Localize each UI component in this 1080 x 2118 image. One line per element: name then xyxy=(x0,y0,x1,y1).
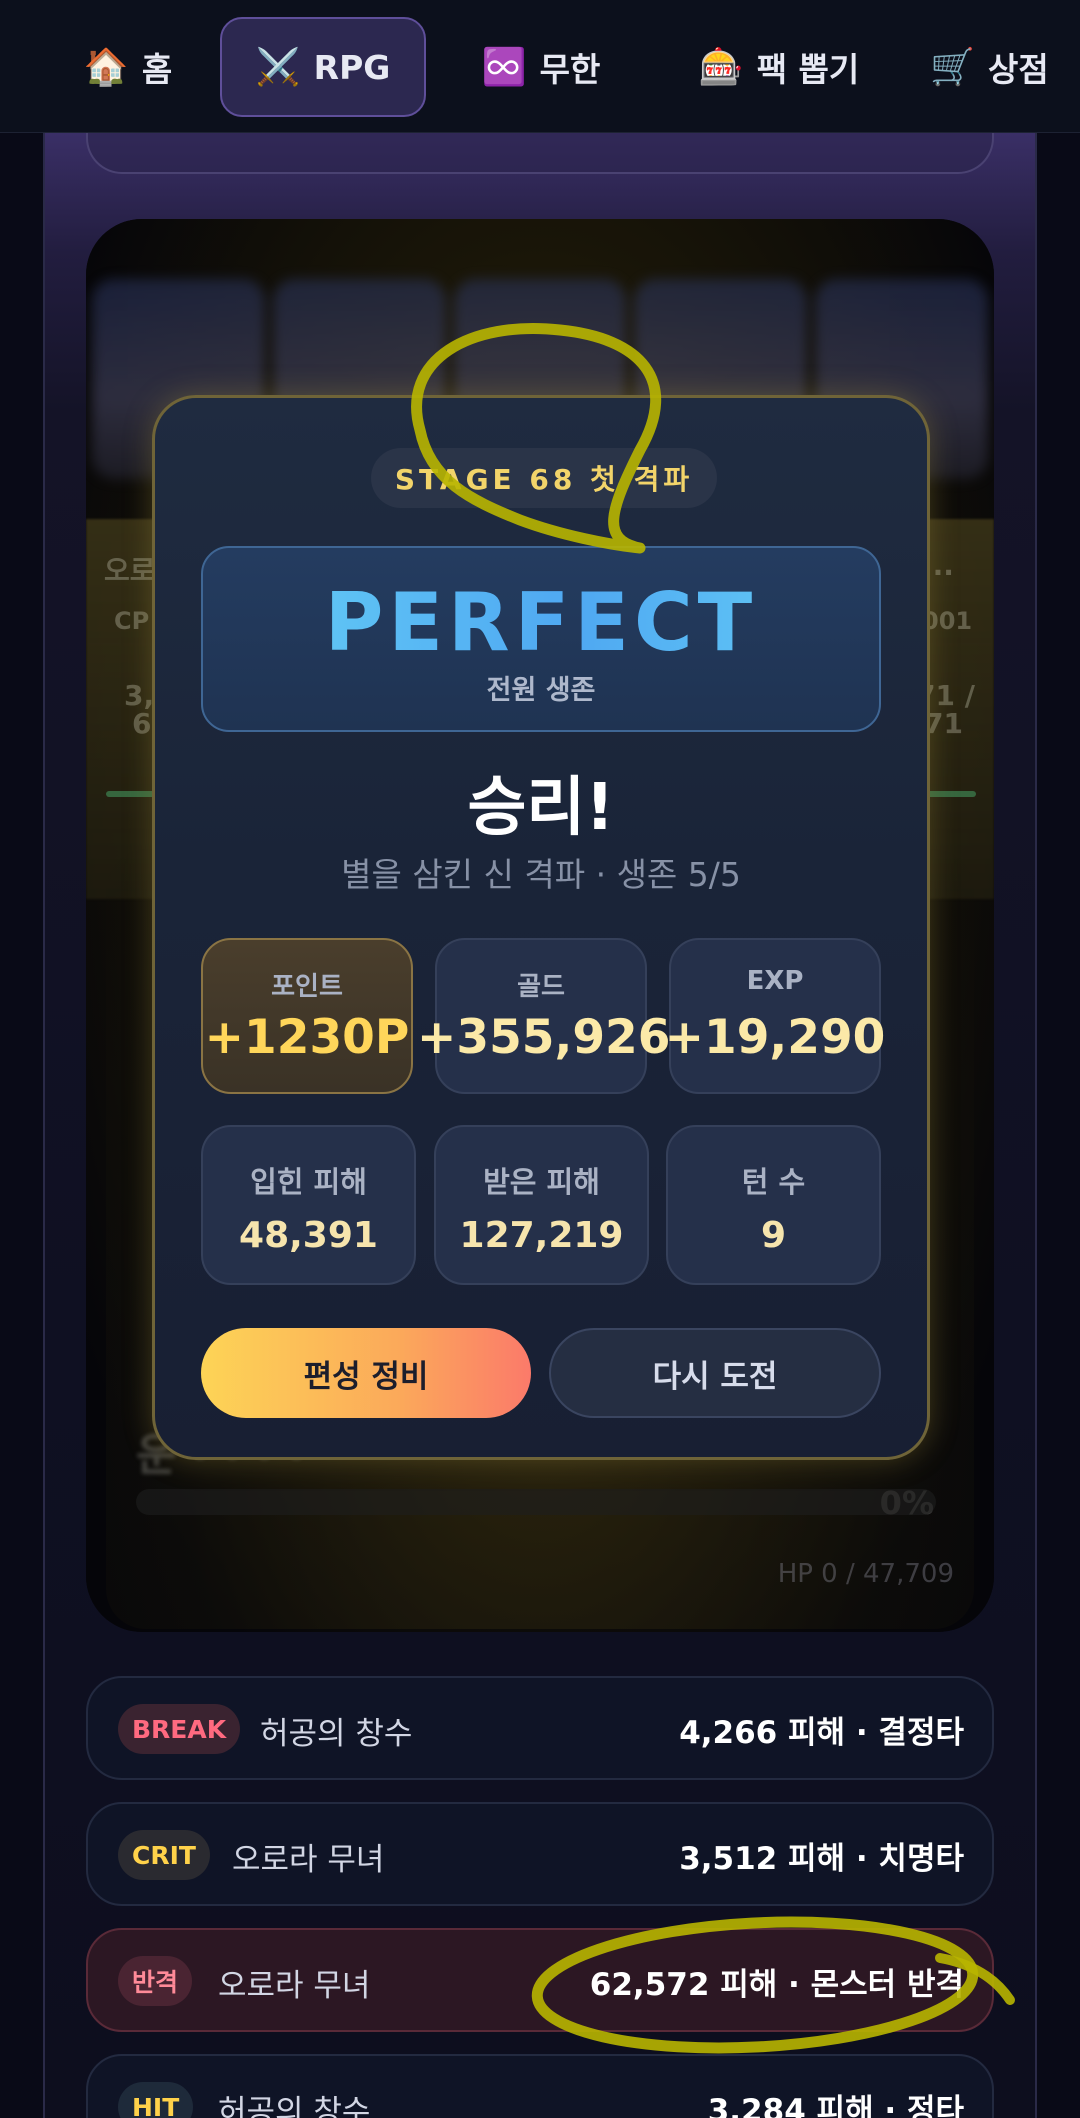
log-badge-break: BREAK xyxy=(118,1704,241,1754)
nav-tab-rpg[interactable]: ⚔️ RPG xyxy=(220,17,426,117)
log-value: 4,266 피해 · 결정타 xyxy=(679,1715,964,1751)
stat-damage-taken: 받은 피해 127,219 xyxy=(434,1125,649,1285)
stat-turn-count: 턴 수 9 xyxy=(666,1125,881,1285)
nav-tab-label: RPG xyxy=(313,47,391,87)
log-badge-crit: CRIT xyxy=(118,1830,210,1880)
stat-label: 골드 xyxy=(517,972,565,1002)
log-value: 3,512 피해 · 치명타 xyxy=(679,1841,964,1877)
nav-tab-label: 상점 xyxy=(988,50,1049,89)
victory-subtitle: 별을 삼킨 신 격파 · 생존 5/5 xyxy=(341,855,741,894)
stat-label: 입힌 피해 xyxy=(250,1165,367,1199)
stat-label: 턴 수 xyxy=(741,1165,806,1199)
infinity-icon: ♾️ xyxy=(481,47,527,88)
log-value: 3,284 피해 · 정타 xyxy=(707,2093,964,2118)
log-actor: 오로라 무녀 xyxy=(232,1842,385,1878)
reward-exp: EXP +19,290 xyxy=(665,938,885,1094)
swords-icon: ⚔️ xyxy=(255,47,301,88)
home-icon: 🏠 xyxy=(83,47,129,88)
perfect-banner: PERFECT 전원 생존 xyxy=(201,546,881,732)
perfect-subtitle: 전원 생존 xyxy=(486,675,596,706)
edit-formation-button[interactable]: 편성 정비 xyxy=(201,1328,531,1418)
slot-machine-icon: 🎰 xyxy=(698,47,744,88)
cart-icon: 🛒 xyxy=(930,47,975,88)
log-actor: 허공의 창수 xyxy=(260,1716,413,1752)
combat-log-row: CRIT 오로라 무녀 3,512 피해 · 치명타 xyxy=(86,1802,994,1906)
stat-value: +1230P xyxy=(204,1010,410,1065)
combat-log-row: HIT 허공의 창수 3,284 피해 · 정타 xyxy=(86,2054,994,2118)
victory-title: 승리! xyxy=(467,771,615,845)
retry-button[interactable]: 다시 도전 xyxy=(549,1328,881,1418)
ghost-hp: HP 0 / 47,709 xyxy=(777,1559,954,1589)
nav-tab-label: 무한 xyxy=(539,50,601,89)
nav-tab-label: 홈 xyxy=(141,50,173,89)
stage-badge: STAGE 68 첫 격파 xyxy=(371,448,717,508)
reward-gold: 골드 +355,926 xyxy=(417,938,670,1094)
stat-value: 48,391 xyxy=(239,1215,378,1256)
stat-value: 127,219 xyxy=(459,1215,624,1256)
log-badge-hit: HIT xyxy=(118,2082,194,2118)
stat-value: +355,926 xyxy=(417,1010,671,1065)
nav-tab-shop[interactable]: 🛒 상점 xyxy=(930,17,1080,117)
stat-label: 받은 피해 xyxy=(483,1165,600,1199)
nav-tab-label: 팩 뽑기 xyxy=(756,50,860,89)
combat-log-row: BREAK 허공의 창수 4,266 피해 · 결정타 xyxy=(86,1676,994,1780)
stat-damage-dealt: 입힌 피해 48,391 xyxy=(201,1125,416,1285)
reward-points: 포인트 +1230P xyxy=(201,938,413,1094)
stat-value: +19,290 xyxy=(664,1010,886,1065)
log-actor: 허공의 창수 xyxy=(218,2094,371,2118)
log-badge-counter: 반격 xyxy=(118,1956,193,2006)
battle-result-modal: STAGE 68 첫 격파 PERFECT 전원 생존 승리! 별을 삼킨 신 … xyxy=(152,395,930,1460)
nav-tab-pack-draw[interactable]: 🎰 팩 뽑기 xyxy=(676,17,882,117)
top-nav: 🏠 홈 ⚔️ RPG ♾️ 무한 🎰 팩 뽑기 🛒 상점 xyxy=(0,0,1080,133)
stat-label: EXP xyxy=(746,966,804,996)
combat-log-row-counter: 반격 오로라 무녀 62,572 피해 · 몬스터 반격 xyxy=(86,1928,994,2032)
stat-value: 9 xyxy=(760,1215,787,1256)
nav-tab-infinite[interactable]: ♾️ 무한 xyxy=(466,17,616,117)
ghost-dots: ... xyxy=(922,549,954,582)
log-actor: 오로라 무녀 xyxy=(218,1968,371,2004)
perfect-title: PERFECT xyxy=(203,576,879,669)
nav-tab-home[interactable]: 🏠 홈 xyxy=(68,17,188,117)
log-value: 62,572 피해 · 몬스터 반격 xyxy=(589,1967,964,2003)
stat-label: 포인트 xyxy=(271,972,343,1002)
